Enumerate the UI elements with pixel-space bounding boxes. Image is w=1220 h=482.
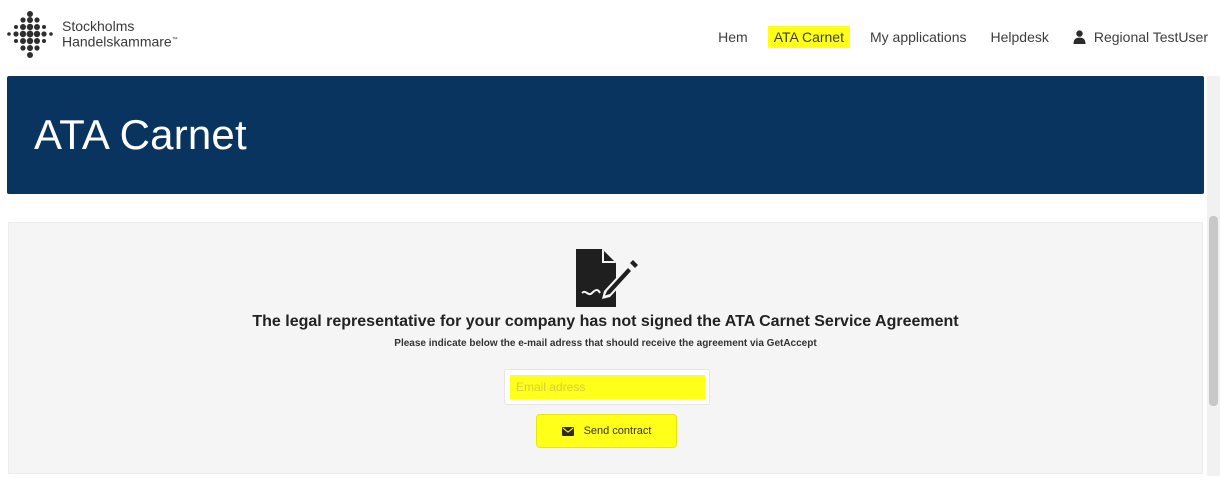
email-field-wrapper	[504, 369, 710, 405]
brand-name-line1: Stockholms	[62, 18, 135, 34]
page-header-banner: ATA Carnet	[7, 76, 1204, 194]
chamber-logo-icon	[7, 11, 53, 58]
brand-name-line2: Handelskammare	[62, 33, 172, 50]
trademark-mark: ™	[171, 37, 178, 43]
nav-item-hem[interactable]: Hem	[714, 27, 752, 47]
brand-logo[interactable]: Stockholms Handelskammare™	[6, 10, 178, 60]
user-icon	[1073, 30, 1086, 44]
main-nav: Hem ATA Carnet My applications Helpdesk …	[698, 26, 1212, 48]
agreement-headline: The legal representative for your compan…	[252, 313, 959, 330]
email-input[interactable]	[510, 375, 705, 399]
nav-item-helpdesk[interactable]: Helpdesk	[986, 27, 1052, 47]
service-agreement-panel: The legal representative for your compan…	[8, 222, 1203, 474]
signed-document-icon	[576, 249, 638, 307]
brand-name: Stockholms Handelskammare™	[62, 19, 178, 49]
scrollbar-thumb[interactable]	[1209, 216, 1218, 406]
nav-item-ata-carnet[interactable]: ATA Carnet	[767, 26, 850, 48]
envelope-icon	[561, 426, 574, 436]
send-contract-label: Send contract	[583, 425, 652, 437]
page-title: ATA Carnet	[34, 111, 247, 158]
user-name: Regional TestUser	[1093, 29, 1208, 45]
agreement-instructions: Please indicate below the e-mail adress …	[394, 338, 817, 349]
nav-item-my-applications[interactable]: My applications	[866, 27, 971, 47]
page-scrollbar[interactable]	[1207, 76, 1220, 476]
send-contract-button[interactable]: Send contract	[536, 414, 677, 448]
top-navbar: Stockholms Handelskammare™ Hem ATA Carne…	[0, 0, 1220, 72]
user-menu[interactable]: Regional TestUser	[1069, 27, 1212, 47]
